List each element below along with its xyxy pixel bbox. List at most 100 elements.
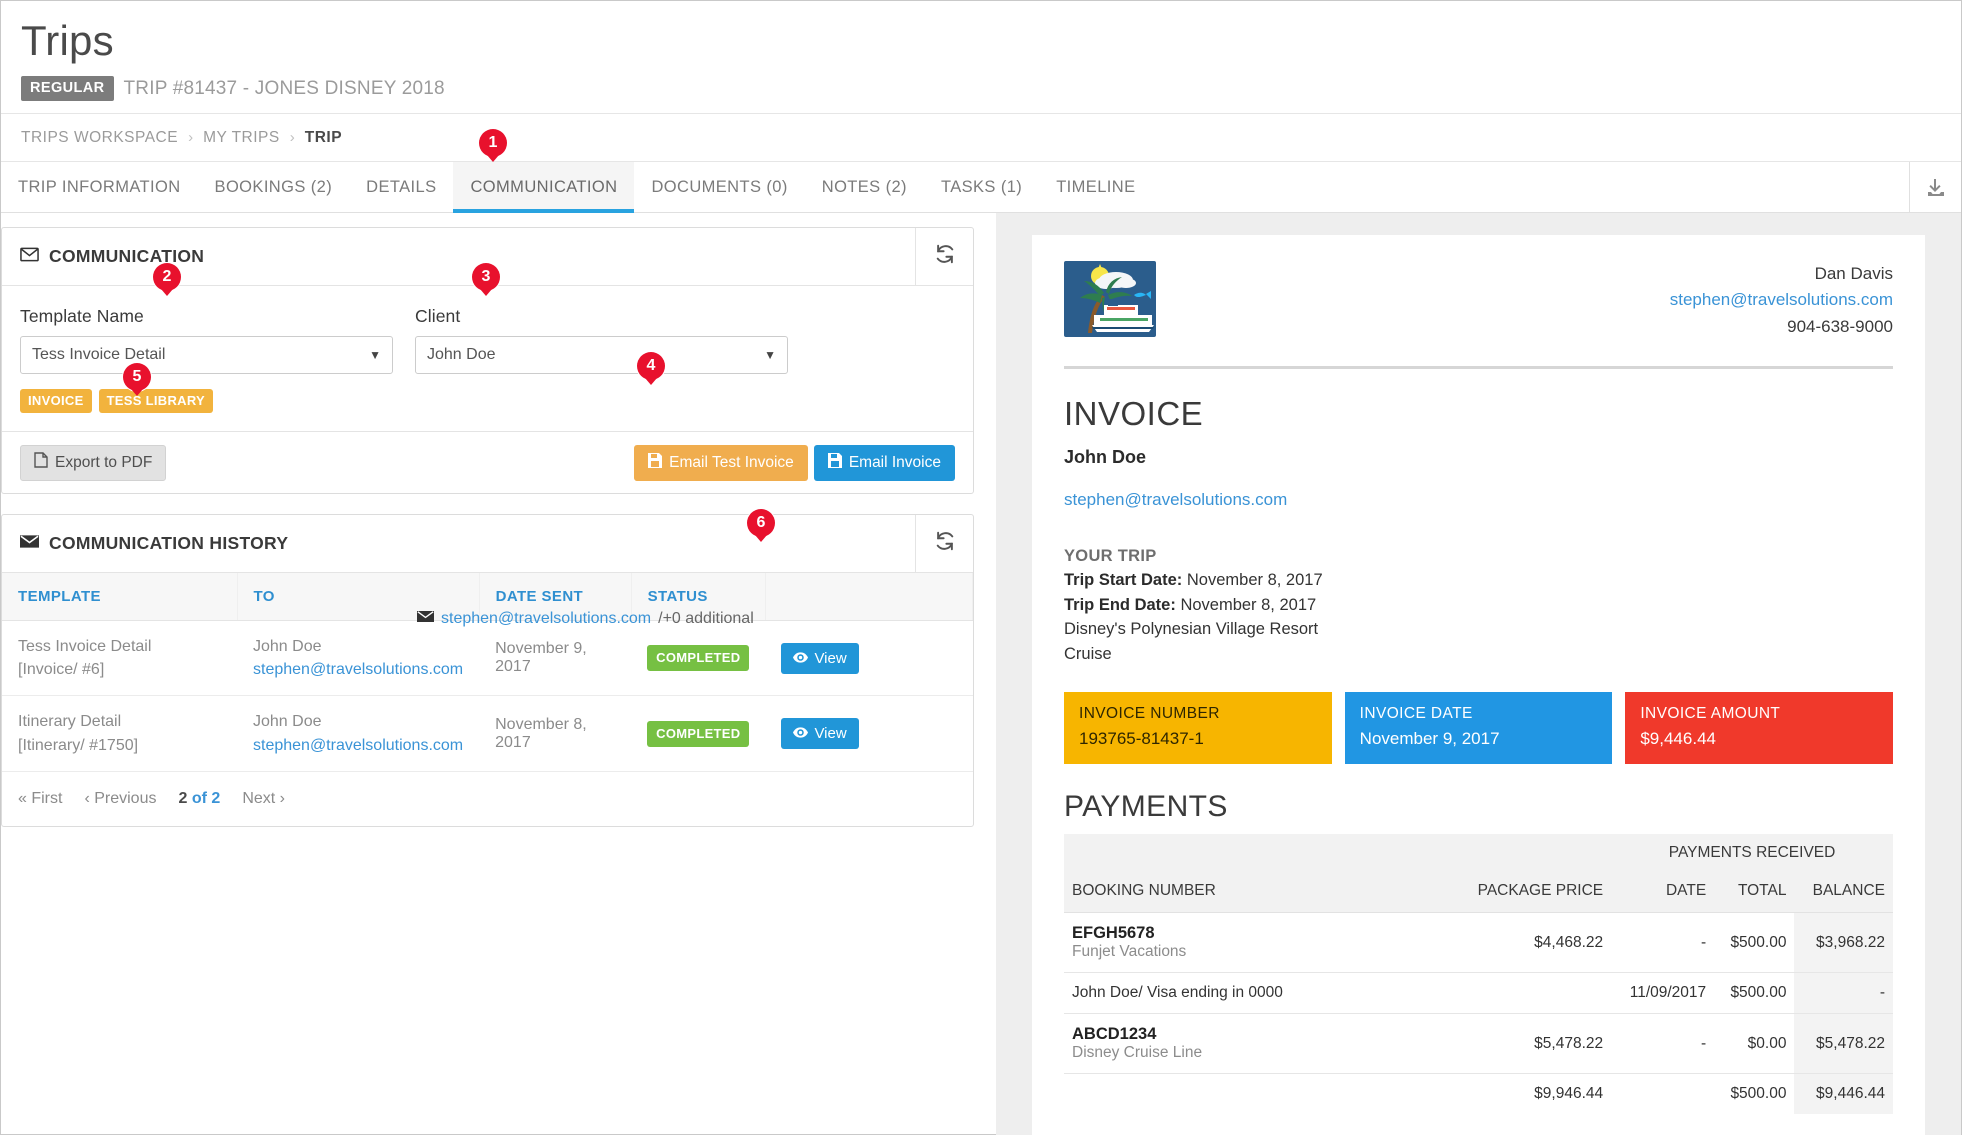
cell-date: - — [1611, 912, 1715, 974]
page-header: Trips REGULAR TRIP #81437 - JONES DISNEY… — [1, 1, 1961, 113]
trip-start-value: November 8, 2017 — [1186, 571, 1323, 590]
trip-line-cruise: Cruise — [1064, 644, 1112, 663]
payments-group-header-row: PAYMENTS RECEIVED — [1064, 834, 1893, 873]
breadcrumb-item-my-trips[interactable]: MY TRIPS — [203, 129, 280, 147]
cell-template: Tess Invoice Detail [Invoice/ #6] — [2, 620, 237, 697]
trip-identifier: TRIP #81437 - JONES DISNEY 2018 — [123, 77, 445, 99]
tab-details[interactable]: DETAILS — [349, 162, 453, 212]
client-label: Client — [415, 306, 461, 326]
communication-card-title-wrap: COMMUNICATION — [2, 246, 915, 267]
refresh-history-button[interactable] — [915, 515, 973, 572]
cell-date-sent: November 9, 2017 — [479, 620, 632, 697]
booking-number: EFGH5678 — [1072, 924, 1155, 943]
invoice-client-email[interactable]: stephen@travelsolutions.com — [1064, 490, 1287, 509]
agent-email[interactable]: stephen@travelsolutions.com — [1670, 290, 1893, 309]
col-package-price: PACKAGE PRICE — [1445, 872, 1612, 914]
cell-actions: View — [765, 695, 973, 772]
breadcrumb-separator: › — [289, 129, 295, 146]
download-icon — [1924, 176, 1948, 200]
recipient-extra-count: /+0 additional — [658, 610, 754, 627]
cell-package-price — [1445, 972, 1612, 1015]
cell-date-sent: November 8, 2017 — [479, 695, 632, 772]
client-value: John Doe — [427, 346, 496, 363]
client-select[interactable]: John Doe ▼ — [415, 336, 788, 374]
template-ref: [Itinerary/ #1750] — [18, 736, 139, 754]
history-card-title: COMMUNICATION HISTORY — [49, 533, 289, 553]
template-ref: [Invoice/ #6] — [18, 661, 105, 679]
email-test-invoice-button[interactable]: Email Test Invoice — [634, 444, 808, 481]
tab-timeline[interactable]: TIMELINE — [1039, 162, 1152, 212]
payments-received-header: PAYMENTS RECEIVED — [1611, 834, 1893, 873]
callout-marker-5: 5 — [123, 363, 151, 391]
template-name-select[interactable]: Tess Invoice Detail ▼ — [20, 336, 393, 374]
save-disk-icon — [648, 452, 663, 473]
invoice-kpi-row: INVOICE NUMBER 193765-81437-1 INVOICE DA… — [1064, 692, 1894, 765]
pagination-current: 2 — [178, 789, 188, 807]
cell-booking: EFGH5678 Funjet Vacations — [1064, 912, 1446, 974]
recipient-email[interactable]: stephen@travelsolutions.com — [253, 658, 463, 681]
kpi-invoice-date-label: INVOICE DATE — [1359, 705, 1473, 723]
breadcrumb-separator: › — [188, 129, 194, 146]
invoice-divider — [1064, 366, 1893, 370]
recipient-email[interactable]: stephen@travelsolutions.com — [253, 734, 463, 757]
export-to-pdf-button[interactable]: Export to PDF — [20, 444, 167, 481]
cell-status: COMPLETED — [631, 620, 766, 697]
email-invoice-label: Email Invoice — [848, 453, 941, 471]
breadcrumb: TRIPS WORKSPACE › MY TRIPS › TRIP — [1, 113, 1961, 162]
callout-marker-3: 3 — [472, 263, 500, 291]
column-template[interactable]: TEMPLATE — [2, 573, 238, 621]
communication-history-card: COMMUNICATION HISTORY TEMPLATE TO DATE S… — [1, 514, 974, 827]
kpi-invoice-date: INVOICE DATE November 9, 2017 — [1344, 692, 1613, 765]
cell-total: $0.00 — [1714, 1013, 1795, 1075]
col-date: DATE — [1611, 872, 1715, 914]
trip-start-label: Trip Start Date: — [1064, 571, 1183, 590]
view-button[interactable]: View — [781, 718, 859, 750]
pagination-first[interactable]: « First — [18, 790, 62, 808]
agency-logo — [1064, 261, 1156, 337]
tab-trip-information[interactable]: TRIP INFORMATION — [1, 162, 198, 212]
template-name-field: Template Name Tess Invoice Detail ▼ — [20, 306, 393, 374]
trip-end-value: November 8, 2017 — [1180, 595, 1317, 614]
email-test-invoice-label: Email Test Invoice — [669, 453, 794, 471]
template-name: Itinerary Detail — [18, 713, 122, 731]
kpi-invoice-date-value: November 9, 2017 — [1359, 729, 1500, 749]
cell-payment-description: John Doe/ Visa ending in 0000 — [1064, 972, 1446, 1015]
payments-heading: PAYMENTS — [1064, 790, 1228, 824]
totals-spacer — [1064, 1074, 1445, 1115]
trip-end-label: Trip End Date: — [1064, 595, 1176, 614]
invoice-document: Dan Davis stephen@travelsolutions.com 90… — [1032, 235, 1925, 1135]
callout-marker-6: 6 — [747, 509, 775, 537]
table-row: Tess Invoice Detail [Invoice/ #6] John D… — [2, 620, 973, 697]
recipient-name: John Doe — [253, 638, 322, 655]
trip-line-resort: Disney's Polynesian Village Resort — [1064, 620, 1319, 639]
tab-tasks[interactable]: TASKS (1) — [924, 162, 1039, 212]
chevron-down-icon: ▼ — [764, 348, 776, 362]
booking-supplier: Disney Cruise Line — [1072, 1044, 1203, 1062]
email-invoice-button[interactable]: Email Invoice — [813, 444, 955, 481]
pagination-next[interactable]: Next › — [242, 790, 285, 808]
pagination-previous[interactable]: ‹ Previous — [84, 790, 156, 808]
breadcrumb-item-trip: TRIP — [304, 128, 343, 146]
cell-to: John Doe stephen@travelsolutions.com — [237, 620, 480, 697]
trip-end-row: Trip End Date: November 8, 2017 — [1064, 593, 1893, 617]
kpi-invoice-amount-label: INVOICE AMOUNT — [1640, 705, 1781, 723]
tab-communication[interactable]: COMMUNICATION — [453, 162, 635, 213]
invoice-heading: INVOICE — [1064, 395, 1204, 433]
client-field: Client John Doe ▼ — [415, 306, 788, 374]
cell-total: $500.00 — [1714, 912, 1795, 974]
tag-tess-library: TESS LIBRARY — [98, 389, 214, 413]
tab-documents[interactable]: DOCUMENTS (0) — [634, 162, 804, 212]
col-balance: BALANCE — [1794, 872, 1893, 914]
trip-start-row: Trip Start Date: November 8, 2017 — [1064, 568, 1893, 592]
download-button[interactable] — [1909, 162, 1961, 213]
view-button[interactable]: View — [781, 642, 859, 674]
recipient-email-link[interactable]: stephen@travelsolutions.com — [441, 610, 651, 628]
refresh-communication-button[interactable] — [915, 228, 973, 285]
cell-to: John Doe stephen@travelsolutions.com — [237, 695, 480, 772]
pagination: « First ‹ Previous 2 of 2 Next › — [2, 772, 973, 826]
cell-balance: $3,968.22 — [1794, 912, 1893, 974]
breadcrumb-item-trips-workspace[interactable]: TRIPS WORKSPACE — [21, 129, 178, 147]
kpi-invoice-amount: INVOICE AMOUNT $9,446.44 — [1625, 692, 1894, 765]
tab-bookings[interactable]: BOOKINGS (2) — [198, 162, 350, 212]
tab-notes[interactable]: NOTES (2) — [805, 162, 924, 212]
